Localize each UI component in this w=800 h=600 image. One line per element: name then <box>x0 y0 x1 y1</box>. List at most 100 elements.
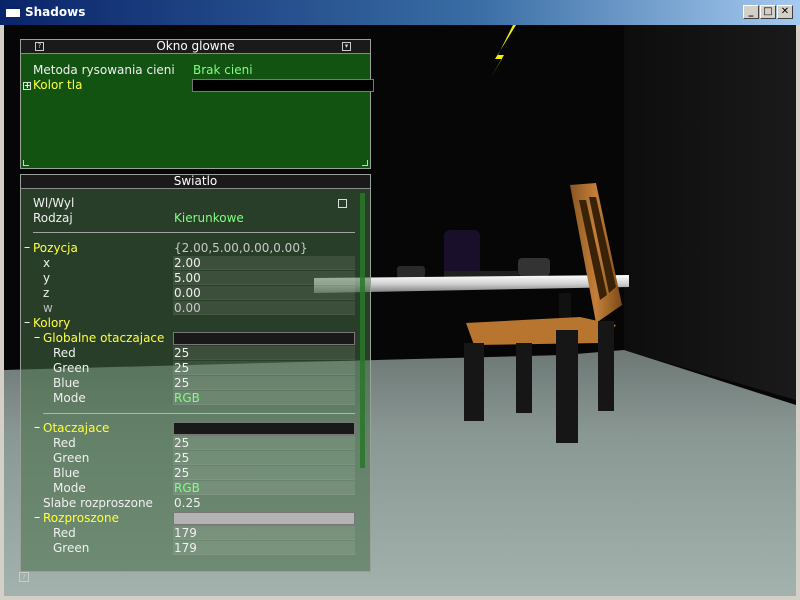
y-label: y <box>43 271 51 285</box>
amb-mode-row[interactable]: Mode RGB <box>21 481 370 496</box>
z-label: z <box>43 286 50 300</box>
mode-label: Mode <box>53 391 86 405</box>
ga-blue-value[interactable]: 25 <box>173 376 355 390</box>
ga-red-value[interactable]: 25 <box>173 346 355 360</box>
position-summary: {2.00,5.00,0.00,0.00} <box>174 241 308 255</box>
ga-mode-value[interactable]: RGB <box>173 391 355 405</box>
maximize-button[interactable]: □ <box>760 5 776 19</box>
type-label: Rodzaj <box>33 211 73 225</box>
colors-label: Kolory <box>33 316 71 330</box>
ga-green-row[interactable]: Green 25 <box>21 361 370 376</box>
position-w-row[interactable]: w 0.00 <box>21 301 370 316</box>
window-frame-bottom <box>0 596 800 600</box>
y-value[interactable]: 5.00 <box>173 271 355 285</box>
main-panel-title: Okno glowne <box>156 39 235 53</box>
minimize-button[interactable]: _ <box>743 5 759 19</box>
amb-red-value[interactable]: 25 <box>173 436 355 450</box>
main-panel-header[interactable]: ? Okno glowne ▾ <box>21 40 370 54</box>
amb-green-row[interactable]: Green 25 <box>21 451 370 466</box>
position-y-row[interactable]: y 5.00 <box>21 271 370 286</box>
light-panel-header[interactable]: Swiatlo <box>21 175 370 189</box>
resize-corner-icon[interactable] <box>23 160 29 166</box>
amb-mode-value[interactable]: RGB <box>173 481 355 495</box>
amb-green-value[interactable]: 25 <box>173 451 355 465</box>
global-ambient-row[interactable]: − Globalne otaczajace <box>21 331 370 346</box>
blue-label: Blue <box>53 466 80 480</box>
ga-red-row[interactable]: Red 25 <box>21 346 370 361</box>
ambient-label: Otaczajace <box>43 421 110 435</box>
position-label: Pozycja <box>33 241 78 255</box>
ga-blue-row[interactable]: Blue 25 <box>21 376 370 391</box>
diffuse-swatch[interactable] <box>173 512 355 525</box>
light-panel-title: Swiatlo <box>173 174 218 188</box>
diff-green-row[interactable]: Green 179 <box>21 541 370 556</box>
global-ambient-swatch[interactable] <box>173 332 355 345</box>
collapse-icon[interactable]: − <box>33 514 41 523</box>
green-label: Green <box>53 541 90 555</box>
ga-green-value[interactable]: 25 <box>173 361 355 375</box>
collapse-icon[interactable]: − <box>33 334 41 343</box>
light-panel: Swiatlo Wl/Wyl Rodzaj Kierunkowe − Pozyc… <box>20 174 371 572</box>
diffuse-row[interactable]: − Rozproszone <box>21 511 370 526</box>
bg-color-row[interactable]: + Kolor tla <box>21 78 374 93</box>
position-z-row[interactable]: z 0.00 <box>21 286 370 301</box>
x-label: x <box>43 256 51 270</box>
window-frame-right <box>796 25 800 600</box>
global-help-icon[interactable]: ? <box>19 572 29 582</box>
amb-red-row[interactable]: Red 25 <box>21 436 370 451</box>
cup-2 <box>518 258 550 276</box>
onoff-label: Wl/Wyl <box>33 196 75 210</box>
w-value: 0.00 <box>173 301 355 315</box>
panel-collapse-icon[interactable]: ▾ <box>342 42 351 51</box>
ambient-swatch[interactable] <box>173 422 355 435</box>
mode-label: Mode <box>53 481 86 495</box>
weak-diffuse-value[interactable]: 0.25 <box>173 496 355 510</box>
shadow-method-row[interactable]: Metoda rysowania cieni Brak cieni <box>21 63 370 78</box>
blue-label: Blue <box>53 376 80 390</box>
weak-diffuse-row[interactable]: Slabe rozproszone 0.25 <box>21 496 370 511</box>
z-value[interactable]: 0.00 <box>173 286 355 300</box>
green-label: Green <box>53 451 90 465</box>
onoff-checkbox[interactable] <box>338 199 347 208</box>
bg-color-label: Kolor tla <box>33 78 83 92</box>
collapse-icon[interactable]: − <box>23 319 31 328</box>
position-x-row[interactable]: x 2.00 <box>21 256 370 271</box>
red-label: Red <box>53 526 76 540</box>
cup-1 <box>397 266 425 278</box>
separator <box>33 232 355 233</box>
green-label: Green <box>53 361 90 375</box>
type-value[interactable]: Kierunkowe <box>173 211 355 225</box>
amb-blue-row[interactable]: Blue 25 <box>21 466 370 481</box>
diff-red-value[interactable]: 179 <box>173 526 355 540</box>
vase <box>444 230 480 276</box>
diff-red-row[interactable]: Red 179 <box>21 526 370 541</box>
type-row[interactable]: Rodzaj Kierunkowe <box>21 211 370 226</box>
weak-diffuse-label: Slabe rozproszone <box>43 496 153 510</box>
main-panel: ? Okno glowne ▾ Metoda rysowania cieni B… <box>20 39 374 169</box>
resize-corner-icon[interactable] <box>362 160 368 166</box>
panel-help-icon[interactable]: ? <box>35 42 44 51</box>
expand-icon[interactable]: + <box>23 82 31 90</box>
bg-color-swatch[interactable] <box>192 79 374 92</box>
collapse-icon[interactable]: − <box>23 244 31 253</box>
shadow-method-label: Metoda rysowania cieni <box>33 63 175 77</box>
position-row[interactable]: − Pozycja {2.00,5.00,0.00,0.00} <box>21 241 370 256</box>
window-titlebar[interactable]: Shadows _ □ ✕ <box>0 0 800 25</box>
red-label: Red <box>53 436 76 450</box>
app-window-icon <box>5 6 21 18</box>
x-value[interactable]: 2.00 <box>173 256 355 270</box>
ga-mode-row[interactable]: Mode RGB <box>21 391 370 406</box>
diffuse-label: Rozproszone <box>43 511 119 525</box>
colors-row[interactable]: − Kolory <box>21 316 370 331</box>
close-button[interactable]: ✕ <box>777 5 793 19</box>
shadow-method-value[interactable]: Brak cieni <box>192 63 374 77</box>
ambient-row[interactable]: − Otaczajace <box>21 421 370 436</box>
onoff-row[interactable]: Wl/Wyl <box>21 196 370 211</box>
scene-viewport[interactable]: ? Okno glowne ▾ Metoda rysowania cieni B… <box>4 25 796 596</box>
collapse-icon[interactable]: − <box>33 424 41 433</box>
w-label: w <box>43 301 53 315</box>
separator <box>43 413 355 414</box>
amb-blue-value[interactable]: 25 <box>173 466 355 480</box>
red-label: Red <box>53 346 76 360</box>
diff-green-value[interactable]: 179 <box>173 541 355 555</box>
